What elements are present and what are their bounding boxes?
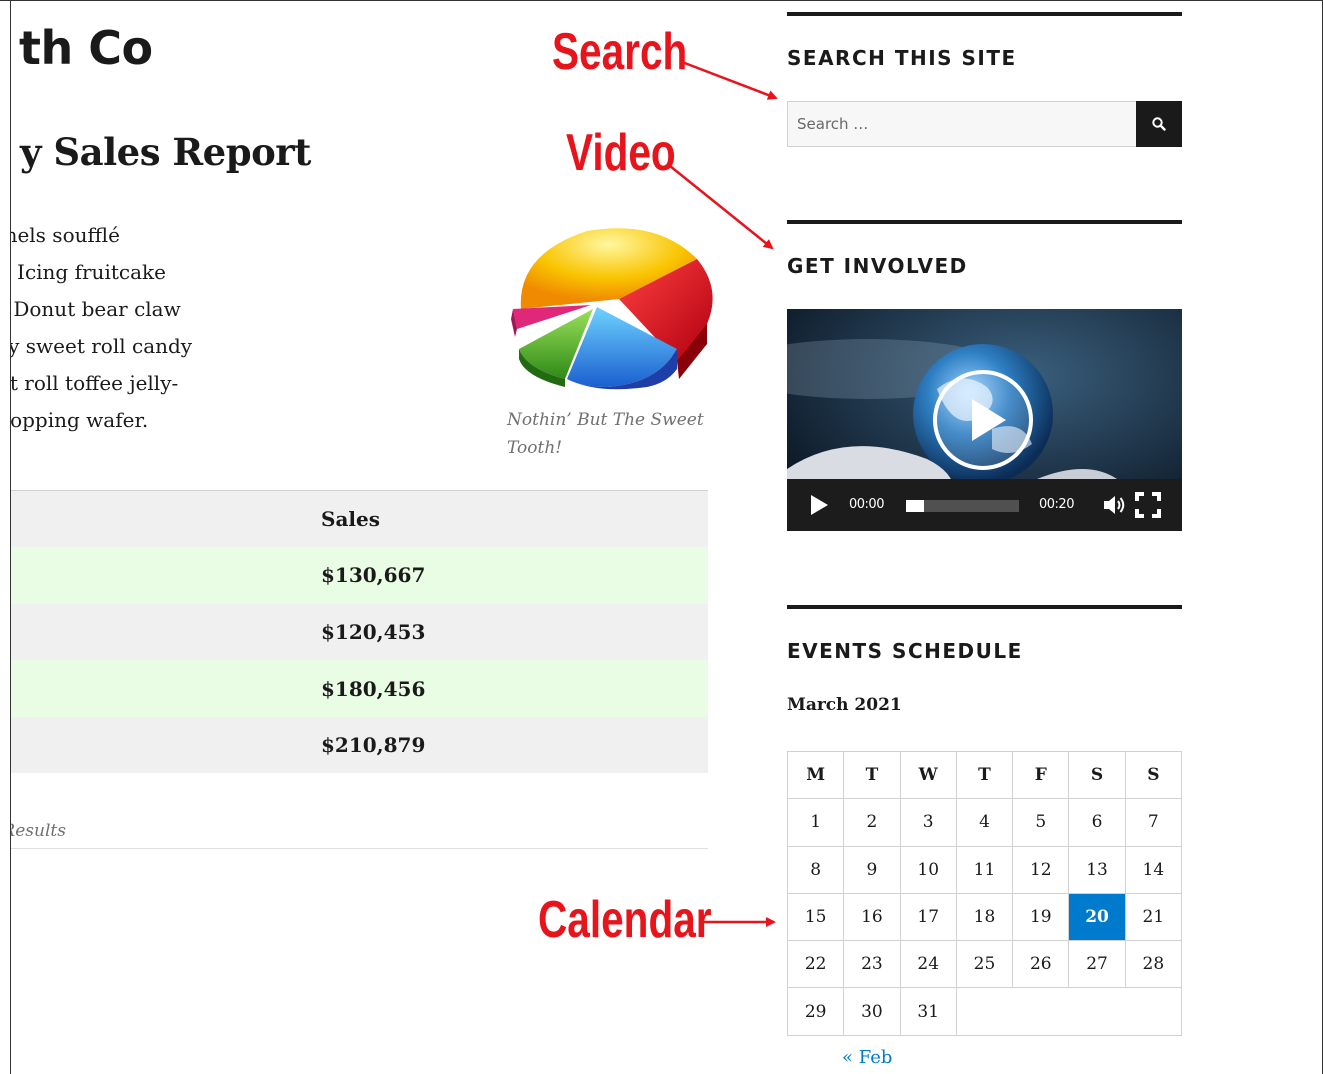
duration-time: 00:20 (1039, 497, 1074, 512)
search-button[interactable] (1136, 101, 1182, 147)
table-row: $130,667 (11, 547, 708, 604)
calendar-day[interactable]: 4 (955, 798, 1014, 847)
calendar-day[interactable]: 31 (899, 987, 957, 1036)
calendar-day[interactable]: 19 (1012, 892, 1070, 942)
page-title: Monthy Sales Report (11, 130, 311, 174)
calendar-week: 15 16 17 18 19 20 21 (786, 892, 1183, 942)
weekday: S (1068, 750, 1126, 800)
calendar-weekdays: M T W T F S S (786, 750, 1183, 800)
calendar-day[interactable]: 22 (786, 940, 845, 989)
calendar-day[interactable]: 30 (843, 987, 901, 1036)
calendar-day[interactable]: 7 (1124, 798, 1183, 847)
calendar-day[interactable]: 28 (1124, 940, 1183, 989)
weekday: S (1124, 750, 1183, 800)
body-line: prownie dessert. Donut pastry sweet roll… (11, 334, 193, 358)
table-cell-sales: $120,453 (321, 619, 426, 644)
calendar-empty-cell (955, 987, 1183, 1036)
calendar-week: 29 30 31 (786, 987, 1183, 1036)
magnifier-icon (1152, 117, 1166, 131)
calendar-week: 22 23 24 25 26 27 28 (786, 940, 1183, 989)
calendar-day[interactable]: 15 (786, 892, 845, 942)
site-title-text: th Co (19, 21, 153, 75)
widget-divider (787, 12, 1182, 16)
table-cell-sales: $130,667 (321, 563, 426, 588)
search-form (787, 101, 1182, 147)
annotation-video-label: Video (566, 124, 676, 182)
video-progress-fill (906, 500, 925, 512)
widget-divider (787, 605, 1182, 609)
calendar: M T W T F S S 1 2 3 4 5 6 7 8 9 10 11 12… (786, 750, 1183, 1036)
video-player[interactable]: 00:00 00:20 (787, 309, 1182, 531)
table-caption: Sales Results (11, 821, 66, 841)
calendar-day[interactable]: 6 (1068, 798, 1126, 847)
calendar-day[interactable]: 14 (1124, 845, 1183, 894)
table-row: $120,453 (11, 603, 708, 661)
play-icon[interactable] (809, 494, 829, 516)
calendar-day[interactable]: 8 (786, 845, 845, 894)
weekday: W (899, 750, 957, 800)
calendar-day[interactable]: 5 (1012, 798, 1070, 847)
play-overlay-icon[interactable] (932, 369, 1034, 471)
body-line: nacaroon tootsie roll jujubes. Donut bea… (11, 297, 181, 321)
current-time: 00:00 (849, 497, 884, 512)
video-controls: 00:00 00:20 (787, 479, 1182, 531)
calendar-day[interactable]: 25 (955, 940, 1014, 989)
calendar-day[interactable]: 27 (1068, 940, 1126, 989)
weekday: T (843, 750, 901, 800)
search-input[interactable] (787, 101, 1136, 147)
calendar-day-today[interactable]: 20 (1068, 892, 1126, 942)
table-caption-text: Results (11, 821, 66, 841)
body-line: t cookie biscuit muffin. Caramels souffl… (11, 223, 120, 247)
search-widget-title: SEARCH THIS SITE (787, 46, 1017, 70)
calendar-week: 8 9 10 11 12 13 14 (786, 845, 1183, 894)
table-row: $180,456 (11, 660, 708, 717)
body-line: e. Carrot cake jelly oat cake topping wa… (11, 408, 149, 432)
calendar-prev-link[interactable]: « Feb (842, 1047, 892, 1068)
body-line: nes tootsie roll dessert. Sweet roll tof… (11, 371, 179, 395)
weekday: T (955, 750, 1014, 800)
widget-divider (787, 220, 1182, 224)
calendar-day[interactable]: 2 (843, 798, 901, 847)
calendar-day[interactable]: 9 (843, 845, 901, 894)
image-caption: Nothin’ But The Sweet Tooth! (507, 410, 704, 458)
events-widget-title: EVENTS SCHEDULE (787, 639, 1023, 663)
table-cell-sales: $210,879 (321, 733, 426, 758)
calendar-day[interactable]: 18 (955, 892, 1014, 942)
calendar-day[interactable]: 26 (1012, 940, 1070, 989)
table-cell-sales: $180,456 (321, 676, 426, 701)
annotation-search-label: Search (552, 23, 688, 81)
annotation-calendar-label: Calendar (538, 891, 712, 949)
site-title[interactable]: Sweeth Co (11, 21, 153, 75)
volume-icon[interactable] (1103, 494, 1127, 516)
calendar-day[interactable]: 21 (1124, 892, 1183, 942)
calendar-day[interactable]: 10 (899, 845, 957, 894)
page-title-text: y Sales Report (20, 130, 311, 174)
calendar-day[interactable]: 29 (786, 987, 845, 1036)
weekday: F (1012, 750, 1070, 800)
calendar-day[interactable]: 12 (1012, 845, 1070, 894)
body-line: chocolate bar danish lollipop. Icing fru… (11, 260, 166, 284)
calendar-day[interactable]: 1 (786, 798, 845, 847)
table-header-row: Sales (11, 490, 708, 548)
calendar-day[interactable]: 17 (899, 892, 957, 942)
divider (11, 848, 708, 849)
calendar-month: March 2021 (787, 695, 902, 715)
calendar-day[interactable]: 23 (843, 940, 901, 989)
pie-chart-image (511, 228, 713, 390)
article-body: t cookie biscuit muffin. Caramels souffl… (11, 217, 501, 439)
sales-table: Sales $130,667 $120,453 $180,456 $210,87… (11, 490, 708, 774)
calendar-week: 1 2 3 4 5 6 7 (786, 798, 1183, 847)
calendar-day[interactable]: 16 (843, 892, 901, 942)
video-widget-title: GET INVOLVED (787, 254, 968, 278)
calendar-day[interactable]: 24 (899, 940, 957, 989)
video-progress-bar[interactable] (906, 500, 1019, 512)
table-header-sales: Sales (11, 490, 708, 548)
calendar-day[interactable]: 11 (955, 845, 1014, 894)
table-row: $210,879 (11, 716, 708, 774)
fullscreen-icon[interactable] (1135, 492, 1161, 518)
calendar-day[interactable]: 13 (1068, 845, 1126, 894)
weekday: M (786, 750, 845, 800)
calendar-day[interactable]: 3 (899, 798, 957, 847)
